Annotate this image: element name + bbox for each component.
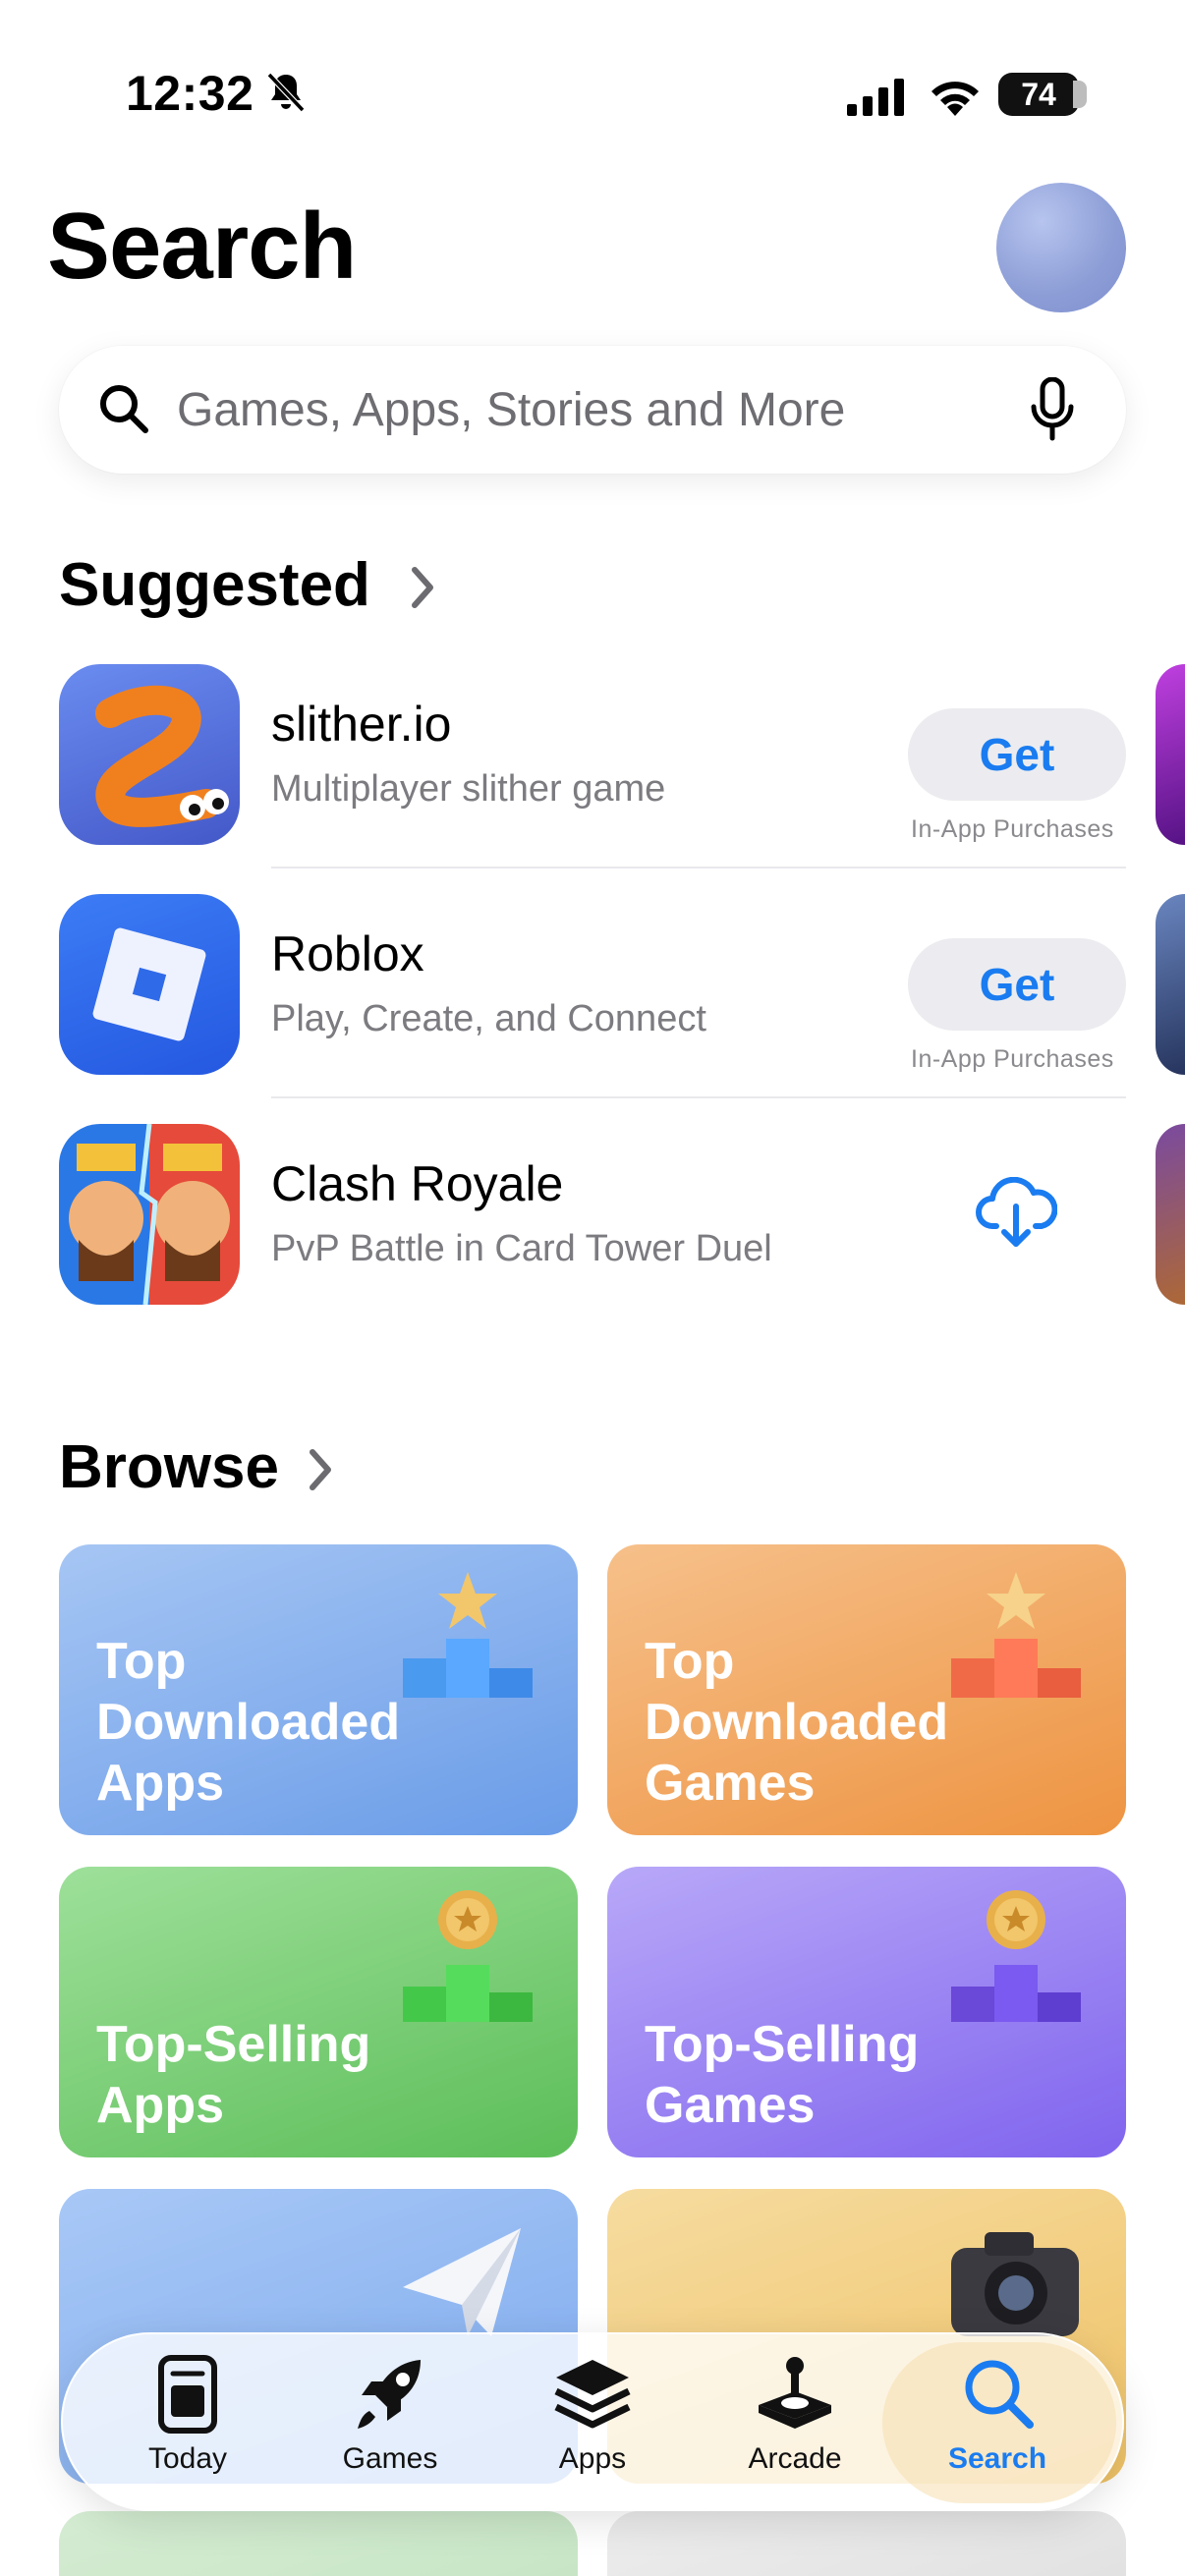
tab-search[interactable]: Search xyxy=(904,2352,1091,2499)
app-icon-peek[interactable] xyxy=(1156,664,1185,845)
divider xyxy=(271,867,1126,868)
podium-star-icon xyxy=(403,1572,533,1698)
cellular-signal-icon xyxy=(847,79,904,116)
app-name[interactable]: Roblox xyxy=(271,925,424,982)
browse-title[interactable]: Browse xyxy=(59,1432,279,1502)
account-avatar[interactable] xyxy=(996,183,1126,312)
tab-games[interactable]: Games xyxy=(297,2352,483,2499)
today-icon xyxy=(158,2355,217,2434)
app-subtitle: Multiplayer slither game xyxy=(271,768,666,810)
search-icon xyxy=(965,2360,1034,2429)
silent-bell-icon xyxy=(266,72,306,113)
browse-card-label: Top Downloaded Games xyxy=(645,1633,949,1812)
browse-card-top-selling-games[interactable]: Top-Selling Games xyxy=(607,1867,1126,2157)
browse-card[interactable] xyxy=(59,2511,578,2576)
get-button-roblox[interactable]: Get xyxy=(908,938,1126,1031)
browse-card-label: Top Downloaded Apps xyxy=(96,1633,401,1812)
status-time: 12:32 xyxy=(126,66,254,121)
tab-label: Arcade xyxy=(748,2442,842,2475)
app-subtitle: PvP Battle in Card Tower Duel xyxy=(271,1228,772,1269)
wifi-icon xyxy=(931,82,979,116)
tab-arcade[interactable]: Arcade xyxy=(702,2352,888,2499)
camera-icon xyxy=(951,2232,1079,2336)
joystick-icon xyxy=(759,2357,831,2429)
suggested-title[interactable]: Suggested xyxy=(59,550,370,620)
tab-today[interactable]: Today xyxy=(94,2352,281,2499)
tab-label: Search xyxy=(947,2442,1047,2475)
podium-coin-icon xyxy=(403,1890,533,2022)
browse-card-label: Top-Selling Games xyxy=(645,2016,920,2134)
rocket-icon xyxy=(358,2360,421,2429)
app-name[interactable]: slither.io xyxy=(271,696,451,753)
browse-card-top-downloaded-games[interactable]: Top Downloaded Games xyxy=(607,1544,1126,1835)
in-app-purchases-note: In-App Purchases xyxy=(911,815,1114,843)
tab-label: Games xyxy=(342,2442,438,2475)
paper-plane-icon xyxy=(403,2228,521,2336)
stack-icon xyxy=(554,2360,631,2429)
tab-label: Today xyxy=(147,2442,228,2475)
divider xyxy=(271,1096,1126,1098)
battery-indicator: 74 xyxy=(998,73,1079,116)
browse-card-top-downloaded-apps[interactable]: Top Downloaded Apps xyxy=(59,1544,578,1835)
page-title: Search xyxy=(47,194,357,299)
chevron-right-icon[interactable] xyxy=(409,564,438,611)
get-button-slither[interactable]: Get xyxy=(908,708,1126,801)
app-icon-clash-royale[interactable] xyxy=(59,1124,240,1305)
chevron-right-icon[interactable] xyxy=(307,1446,336,1493)
microphone-icon[interactable] xyxy=(1028,377,1077,442)
podium-coin-icon xyxy=(951,1890,1081,2022)
podium-star-icon xyxy=(951,1572,1081,1698)
cloud-download-icon[interactable] xyxy=(975,1177,1057,1250)
battery-cap xyxy=(1073,81,1087,108)
search-input[interactable] xyxy=(175,375,994,444)
browse-card[interactable] xyxy=(607,2511,1126,2576)
app-subtitle: Play, Create, and Connect xyxy=(271,998,706,1039)
in-app-purchases-note: In-App Purchases xyxy=(911,1045,1114,1073)
app-icon-slither[interactable] xyxy=(59,664,240,845)
browse-card-label: Top-Selling Apps xyxy=(96,2016,371,2134)
search-icon xyxy=(100,385,148,433)
tab-label: Apps xyxy=(558,2442,627,2475)
app-icon-peek[interactable] xyxy=(1156,1124,1185,1305)
app-icon-peek[interactable] xyxy=(1156,894,1185,1075)
app-icon-roblox[interactable] xyxy=(59,894,240,1075)
app-name[interactable]: Clash Royale xyxy=(271,1155,563,1212)
tab-apps[interactable]: Apps xyxy=(499,2352,686,2499)
browse-card-top-selling-apps[interactable]: Top-Selling Apps xyxy=(59,1867,578,2157)
